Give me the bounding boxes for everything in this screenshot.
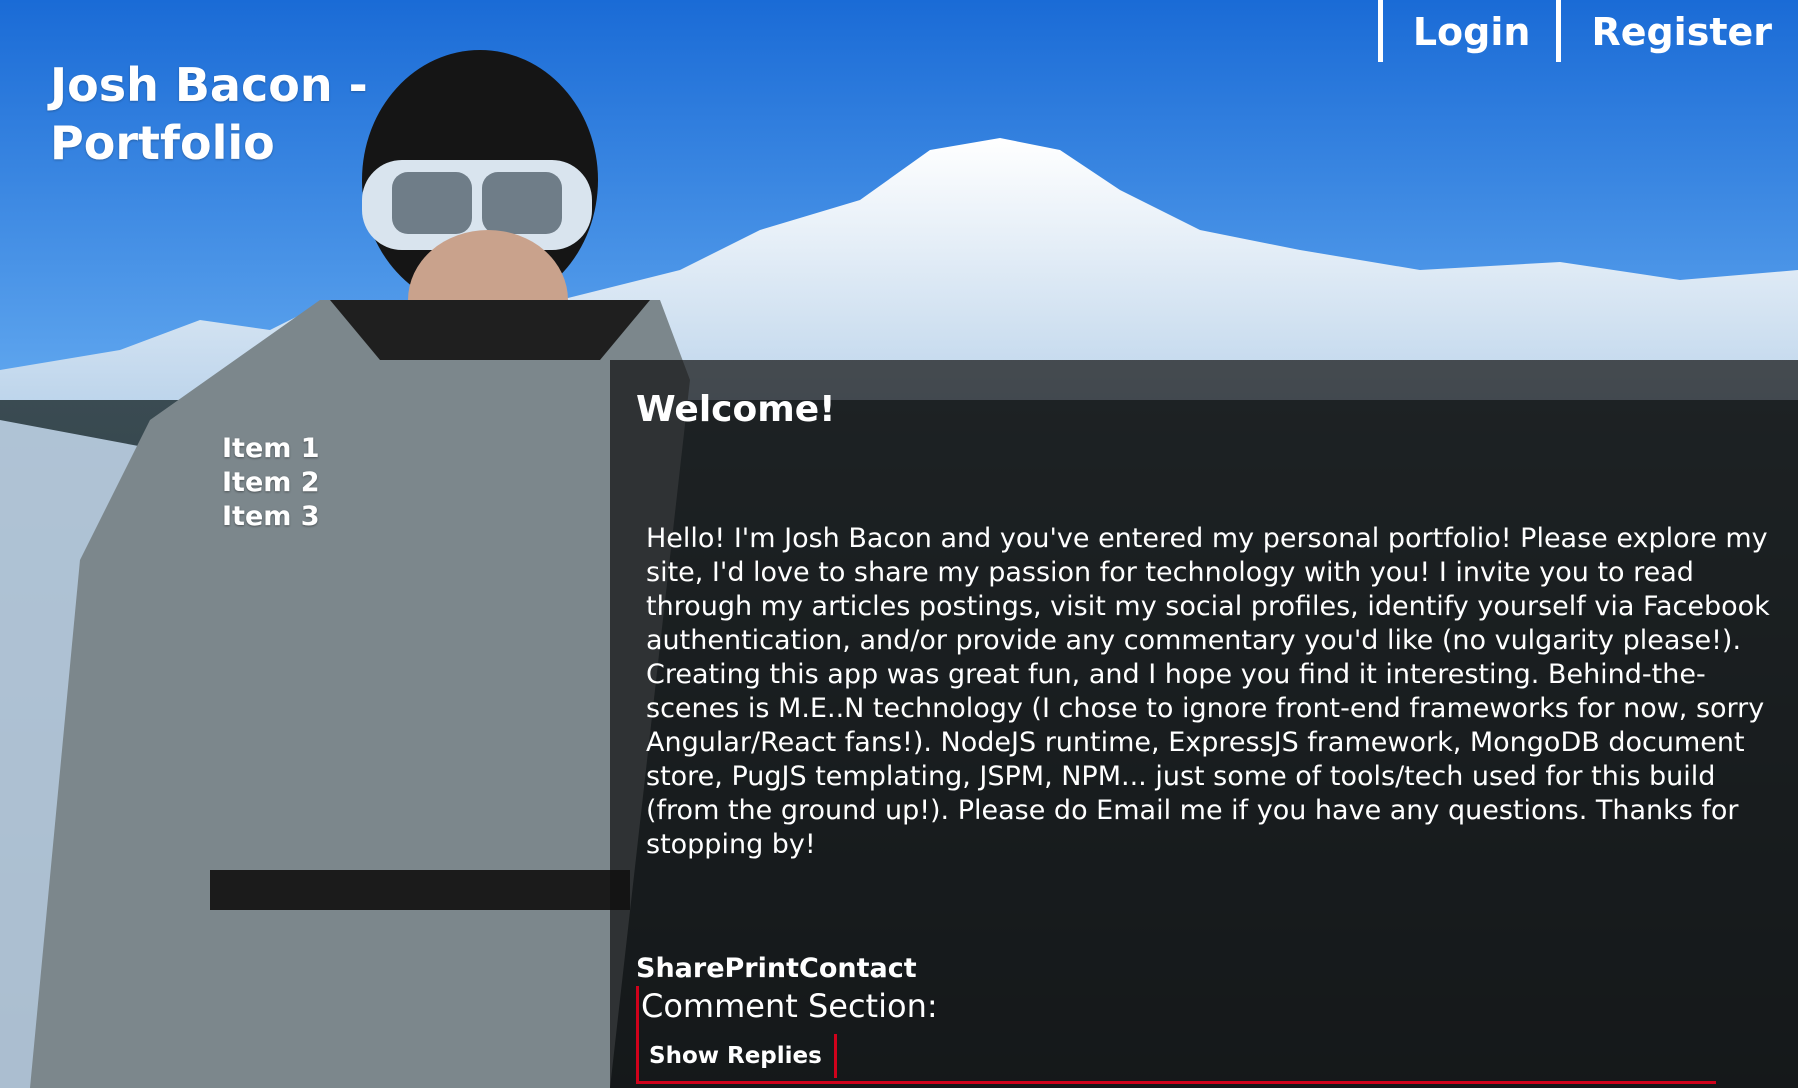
page-background: Josh Bacon - Portfolio Login Register It…	[0, 0, 1798, 1088]
side-nav-item-1[interactable]: Item 1	[222, 432, 320, 466]
comment-section-heading: Comment Section:	[641, 987, 938, 1025]
auth-nav: Login Register	[1377, 0, 1798, 62]
article-actions: Share Print Contact	[636, 952, 917, 986]
main-content-panel: Welcome! Hello! I'm Josh Bacon and you'v…	[610, 360, 1798, 1088]
welcome-heading: Welcome!	[636, 389, 836, 430]
side-nav-item-3[interactable]: Item 3	[222, 500, 320, 534]
contact-link[interactable]: Contact	[799, 952, 917, 986]
comment-section: Comment Section: Show Replies	[636, 986, 1716, 1084]
register-link[interactable]: Register	[1556, 0, 1798, 62]
print-link[interactable]: Print	[725, 952, 800, 986]
login-link[interactable]: Login	[1377, 0, 1557, 62]
welcome-text: Hello! I'm Josh Bacon and you've entered…	[646, 523, 1770, 860]
show-replies-button[interactable]: Show Replies	[639, 1034, 837, 1078]
site-title: Josh Bacon - Portfolio	[50, 58, 368, 170]
side-nav-item-2[interactable]: Item 2	[222, 466, 320, 500]
share-link[interactable]: Share	[636, 952, 725, 986]
side-nav: Item 1 Item 2 Item 3	[222, 432, 320, 534]
